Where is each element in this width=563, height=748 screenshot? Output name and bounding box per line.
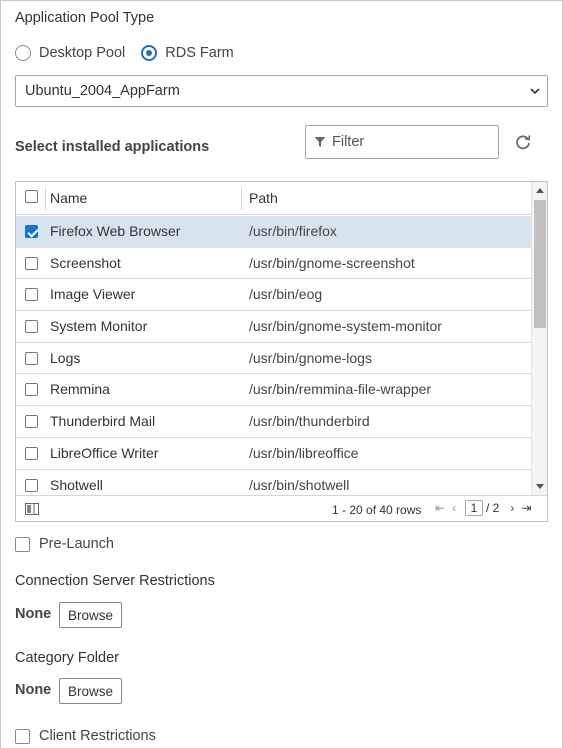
app-name: Firefox Web Browser [50,223,181,239]
client-restrictions-option[interactable]: Client Restrictions [15,727,156,745]
table-row[interactable]: Remmina /usr/bin/remmina-file-wrapper [16,374,531,407]
scroll-up-arrow-icon[interactable] [536,188,544,193]
row-checkbox[interactable] [25,288,38,302]
category-folder-title: Category Folder [15,650,119,666]
pre-launch-label[interactable]: Pre-Launch [39,536,114,552]
app-name: Screenshot [50,254,121,271]
table-row[interactable]: Shotwell /usr/bin/shotwell [16,470,531,496]
app-name: System Monitor [50,318,148,335]
scroll-down-arrow-icon[interactable] [536,484,544,489]
filter-input[interactable]: Filter [305,125,499,159]
row-checkbox[interactable] [25,320,38,334]
connection-server-title: Connection Server Restrictions [15,573,215,589]
row-checkbox[interactable] [25,256,38,270]
app-path: /usr/bin/gnome-screenshot [249,254,415,271]
row-checkbox[interactable] [25,478,38,492]
select-apps-title: Select installed applications [15,139,210,155]
pagination: ⇤ ‹ 1 / 2 › ⇥ [433,500,533,516]
app-name: Image Viewer [50,286,136,303]
app-path: /usr/bin/eog [249,286,323,303]
filter-icon [314,137,326,147]
row-checkbox[interactable] [25,351,38,365]
filter-placeholder: Filter [332,134,365,150]
row-checkbox[interactable] [25,225,38,238]
pre-launch-option[interactable]: Pre-Launch [15,535,114,553]
farm-select[interactable]: Ubuntu_2004_AppFarm [15,75,548,107]
rows-info: 1 - 20 of 40 rows [332,503,422,517]
first-page-icon[interactable]: ⇤ [433,501,447,515]
table-row[interactable]: Firefox Web Browser /usr/bin/firefox [16,216,531,248]
client-restrictions-label[interactable]: Client Restrictions [39,728,156,744]
next-page-icon[interactable]: › [505,501,519,515]
table-row[interactable]: Image Viewer /usr/bin/eog [16,279,531,312]
column-toggle-icon[interactable] [25,503,39,515]
connection-server-browse-button[interactable]: Browse [59,602,122,628]
app-path: /usr/bin/libreoffice [249,444,359,461]
scrollbar-thumb[interactable] [534,200,546,328]
prev-page-icon[interactable]: ‹ [447,501,461,515]
select-all-checkbox[interactable] [25,190,38,203]
table-row[interactable]: System Monitor /usr/bin/gnome-system-mon… [16,311,531,343]
radio-desktop-pool-label[interactable]: Desktop Pool [39,45,125,61]
page-number-input[interactable]: 1 [465,500,483,516]
row-checkbox[interactable] [25,446,38,460]
applications-grid: Name Path Firefox Web Browser /usr/bin/f… [15,181,548,522]
connection-server-value: None [15,606,52,622]
radio-rds-farm-label[interactable]: RDS Farm [165,45,233,61]
column-separator [45,187,46,210]
grid-header: Name Path [16,182,531,215]
column-header-name[interactable]: Name [50,182,87,214]
app-path: /usr/bin/shotwell [249,476,350,493]
app-name: Logs [50,349,81,366]
grid-rows: Firefox Web Browser /usr/bin/firefox Scr… [16,216,531,495]
chevron-down-icon [530,88,540,95]
app-path: /usr/bin/gnome-logs [249,349,372,366]
refresh-icon[interactable] [514,133,532,151]
grid-vertical-scrollbar[interactable] [531,182,547,495]
radio-desktop-pool[interactable] [15,45,31,61]
app-path: /usr/bin/gnome-system-monitor [249,318,442,335]
grid-footer: 1 - 20 of 40 rows ⇤ ‹ 1 / 2 › ⇥ [16,495,547,521]
row-checkbox[interactable] [25,415,38,429]
app-name: Shotwell [50,476,103,493]
app-name: Thunderbird Mail [50,413,156,430]
app-name: Remmina [50,381,110,398]
row-checkbox[interactable] [25,383,38,397]
app-path: /usr/bin/thunderbird [249,413,370,430]
pre-launch-checkbox[interactable] [15,536,30,552]
farm-select-value: Ubuntu_2004_AppFarm [25,83,180,99]
category-folder-value: None [15,682,52,698]
app-name: LibreOffice Writer [50,444,159,461]
pool-type-title: Application Pool Type [15,10,155,26]
radio-rds-farm[interactable] [141,45,158,61]
last-page-icon[interactable]: ⇥ [519,501,533,515]
pool-type-radio-group: Desktop Pool RDS Farm [15,43,250,63]
table-row[interactable]: LibreOffice Writer /usr/bin/libreoffice [16,438,531,470]
table-row[interactable]: Screenshot /usr/bin/gnome-screenshot [16,248,531,280]
table-row[interactable]: Thunderbird Mail /usr/bin/thunderbird [16,406,531,438]
app-path: /usr/bin/firefox [249,223,337,239]
client-restrictions-checkbox[interactable] [15,728,30,744]
category-folder-browse-button[interactable]: Browse [59,678,122,704]
total-pages: / 2 [486,501,500,515]
column-separator[interactable] [241,187,242,210]
column-header-path[interactable]: Path [249,182,278,214]
app-path: /usr/bin/remmina-file-wrapper [249,381,432,398]
table-row[interactable]: Logs /usr/bin/gnome-logs [16,343,531,375]
